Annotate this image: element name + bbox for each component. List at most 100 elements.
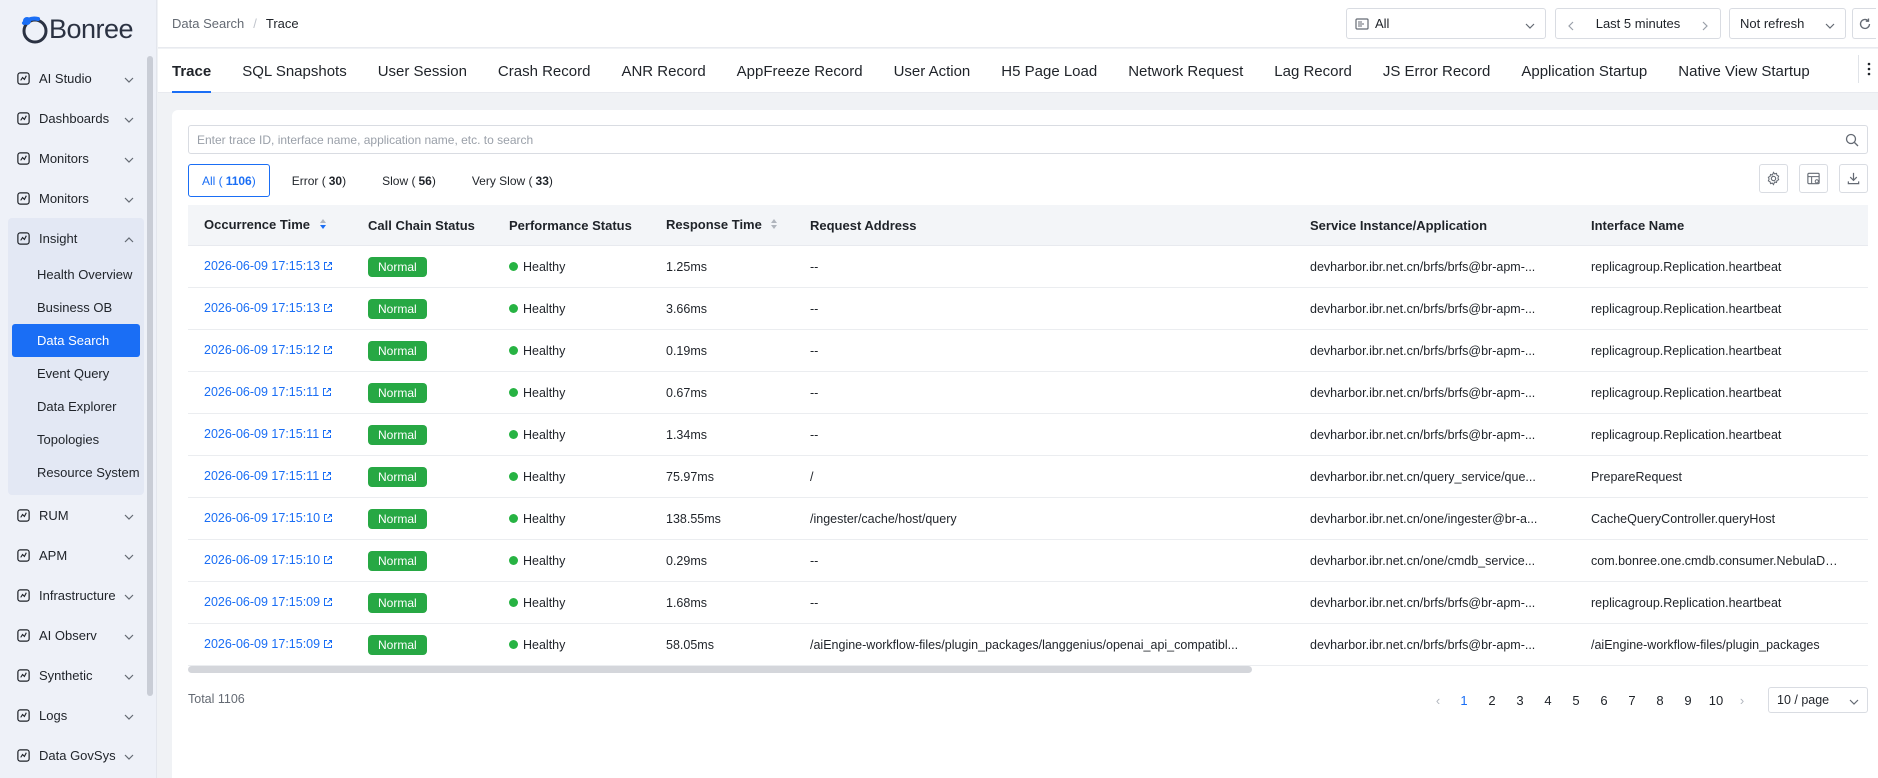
tab-trace[interactable]: Trace <box>172 63 212 93</box>
trace-link[interactable]: 2026-06-09 17:15:09 <box>204 637 333 651</box>
table-row[interactable]: 2026-06-09 17:15:10 Normal Healthy 138.5… <box>188 498 1868 540</box>
sidebar-item-ai-observ[interactable]: AI Observ <box>0 615 156 655</box>
trace-link[interactable]: 2026-06-09 17:15:11 <box>204 385 332 399</box>
sidebar-item-monitors[interactable]: Monitors <box>0 178 156 218</box>
page-button-1[interactable]: 1 <box>1450 693 1478 708</box>
tab-user-action[interactable]: User Action <box>894 63 971 92</box>
settings-button[interactable] <box>1759 164 1788 193</box>
chevron-left-icon[interactable] <box>1566 19 1576 34</box>
tab-h5-page-load[interactable]: H5 Page Load <box>1001 63 1097 92</box>
trace-link[interactable]: 2026-06-09 17:15:13 <box>204 259 333 273</box>
search-icon[interactable] <box>1837 133 1867 147</box>
cell-occurrence-time: 2026-06-09 17:15:11 <box>188 385 368 400</box>
page-button-2[interactable]: 2 <box>1478 693 1506 708</box>
table-row[interactable]: 2026-06-09 17:15:10 Normal Healthy 0.29m… <box>188 540 1868 582</box>
trace-link[interactable]: 2026-06-09 17:15:12 <box>204 343 333 357</box>
sidebar-item-infrastructure[interactable]: Infrastructure <box>0 575 156 615</box>
cell-occurrence-time: 2026-06-09 17:15:11 <box>188 469 368 484</box>
sidebar-item-dashboards[interactable]: Dashboards <box>0 98 156 138</box>
page-button-9[interactable]: 9 <box>1674 693 1702 708</box>
external-link-icon <box>323 260 333 274</box>
table-row[interactable]: 2026-06-09 17:15:11 Normal Healthy 75.97… <box>188 456 1868 498</box>
download-icon <box>1846 171 1861 186</box>
sidebar-item-ai-studio[interactable]: AI Studio <box>0 58 156 98</box>
sidebar-item-rum[interactable]: RUM <box>0 495 156 535</box>
sidebar-subitem-health-overview[interactable]: Health Overview <box>12 258 140 291</box>
sort-icon[interactable] <box>770 218 778 233</box>
app-select[interactable]: All <box>1346 8 1546 39</box>
column-header-request-address: Request Address <box>810 217 917 233</box>
search-input[interactable] <box>197 132 1837 147</box>
tab-js-error-record[interactable]: JS Error Record <box>1383 63 1491 92</box>
filter-very-slow[interactable]: Very Slow (33) <box>458 164 567 197</box>
table-row[interactable]: 2026-06-09 17:15:09 Normal Healthy 1.68m… <box>188 582 1868 624</box>
column-config-button[interactable] <box>1799 164 1828 193</box>
tab-lag-record[interactable]: Lag Record <box>1274 63 1352 92</box>
sidebar-subitem-resource-system[interactable]: Resource System <box>12 456 140 489</box>
sidebar-item-data-govsys[interactable]: Data GovSys <box>0 735 156 775</box>
page-size-select[interactable]: 10 / page <box>1768 687 1868 713</box>
page-button-6[interactable]: 6 <box>1590 693 1618 708</box>
cell-occurrence-time: 2026-06-09 17:15:11 <box>188 427 368 442</box>
sidebar-item-apm[interactable]: APM <box>0 535 156 575</box>
tab-network-request[interactable]: Network Request <box>1128 63 1243 92</box>
sidebar-subitem-business-ob[interactable]: Business OB <box>12 291 140 324</box>
filter-error[interactable]: Error (30) <box>278 164 360 197</box>
sidebar-item-monitors[interactable]: Monitors <box>0 138 156 178</box>
tab-application-startup[interactable]: Application Startup <box>1521 63 1647 92</box>
trace-link[interactable]: 2026-06-09 17:15:10 <box>204 553 333 567</box>
column-header-response-time[interactable]: Response Time <box>666 217 810 233</box>
sidebar-subitem-data-search[interactable]: Data Search <box>12 324 140 357</box>
page-button-3[interactable]: 3 <box>1506 693 1534 708</box>
sidebar-subitem-data-explorer[interactable]: Data Explorer <box>12 390 140 423</box>
filter-slow[interactable]: Slow (56) <box>368 164 450 197</box>
page-button-4[interactable]: 4 <box>1534 693 1562 708</box>
tabs-more-button[interactable] <box>1858 55 1878 83</box>
tab-anr-record[interactable]: ANR Record <box>621 63 705 92</box>
time-range-picker[interactable]: Last 5 minutes <box>1555 8 1721 39</box>
breadcrumb-item-data-search[interactable]: Data Search <box>172 16 244 31</box>
cell-occurrence-time: 2026-06-09 17:15:12 <box>188 343 368 358</box>
sidebar-item-synthetic[interactable]: Synthetic <box>0 655 156 695</box>
sort-icon[interactable] <box>319 218 327 233</box>
sidebar-subitem-event-query[interactable]: Event Query <box>12 357 140 390</box>
export-button[interactable] <box>1839 164 1868 193</box>
trace-link[interactable]: 2026-06-09 17:15:11 <box>204 469 332 483</box>
insight-icon <box>15 230 31 246</box>
table-row[interactable]: 2026-06-09 17:15:11 Normal Healthy 1.34m… <box>188 414 1868 456</box>
column-header-occurrence-time[interactable]: Occurrence Time <box>188 217 368 233</box>
refresh-interval-value: Not refresh <box>1740 16 1805 31</box>
tab-native-view-startup[interactable]: Native View Startup <box>1678 63 1809 92</box>
table-horizontal-scrollbar[interactable] <box>188 666 1252 673</box>
filter-all[interactable]: All (1106) <box>188 164 270 197</box>
sidebar-item-logs[interactable]: Logs <box>0 695 156 735</box>
refresh-interval-select[interactable]: Not refresh <box>1729 8 1846 39</box>
table-row[interactable]: 2026-06-09 17:15:12 Normal Healthy 0.19m… <box>188 330 1868 372</box>
chevron-right-icon[interactable] <box>1700 19 1710 34</box>
prev-page-button[interactable]: ‹ <box>1426 693 1450 708</box>
tab-user-session[interactable]: User Session <box>378 63 467 92</box>
sidebar-item-insight[interactable]: Insight <box>8 218 144 258</box>
trace-link[interactable]: 2026-06-09 17:15:09 <box>204 595 333 609</box>
logo[interactable]: Bonree <box>0 0 156 58</box>
page-button-5[interactable]: 5 <box>1562 693 1590 708</box>
table-row[interactable]: 2026-06-09 17:15:13 Normal Healthy 1.25m… <box>188 246 1868 288</box>
page-button-10[interactable]: 10 <box>1702 693 1730 708</box>
ai-studio-icon <box>15 70 31 86</box>
table-row[interactable]: 2026-06-09 17:15:09 Normal Healthy 58.05… <box>188 624 1868 666</box>
sidebar-scrollbar[interactable] <box>147 56 153 696</box>
page-button-7[interactable]: 7 <box>1618 693 1646 708</box>
page-button-8[interactable]: 8 <box>1646 693 1674 708</box>
table-row[interactable]: 2026-06-09 17:15:11 Normal Healthy 0.67m… <box>188 372 1868 414</box>
trace-link[interactable]: 2026-06-09 17:15:11 <box>204 427 332 441</box>
tab-appfreeze-record[interactable]: AppFreeze Record <box>737 63 863 92</box>
trace-link[interactable]: 2026-06-09 17:15:13 <box>204 301 333 315</box>
sidebar-subitem-topologies[interactable]: Topologies <box>12 423 140 456</box>
tab-sql-snapshots[interactable]: SQL Snapshots <box>242 63 347 92</box>
refresh-button[interactable] <box>1852 8 1876 39</box>
next-page-button[interactable]: › <box>1730 693 1754 708</box>
trace-link[interactable]: 2026-06-09 17:15:10 <box>204 511 333 525</box>
tab-crash-record[interactable]: Crash Record <box>498 63 591 92</box>
column-header-interface-name: Interface Name <box>1591 217 1685 233</box>
table-row[interactable]: 2026-06-09 17:15:13 Normal Healthy 3.66m… <box>188 288 1868 330</box>
